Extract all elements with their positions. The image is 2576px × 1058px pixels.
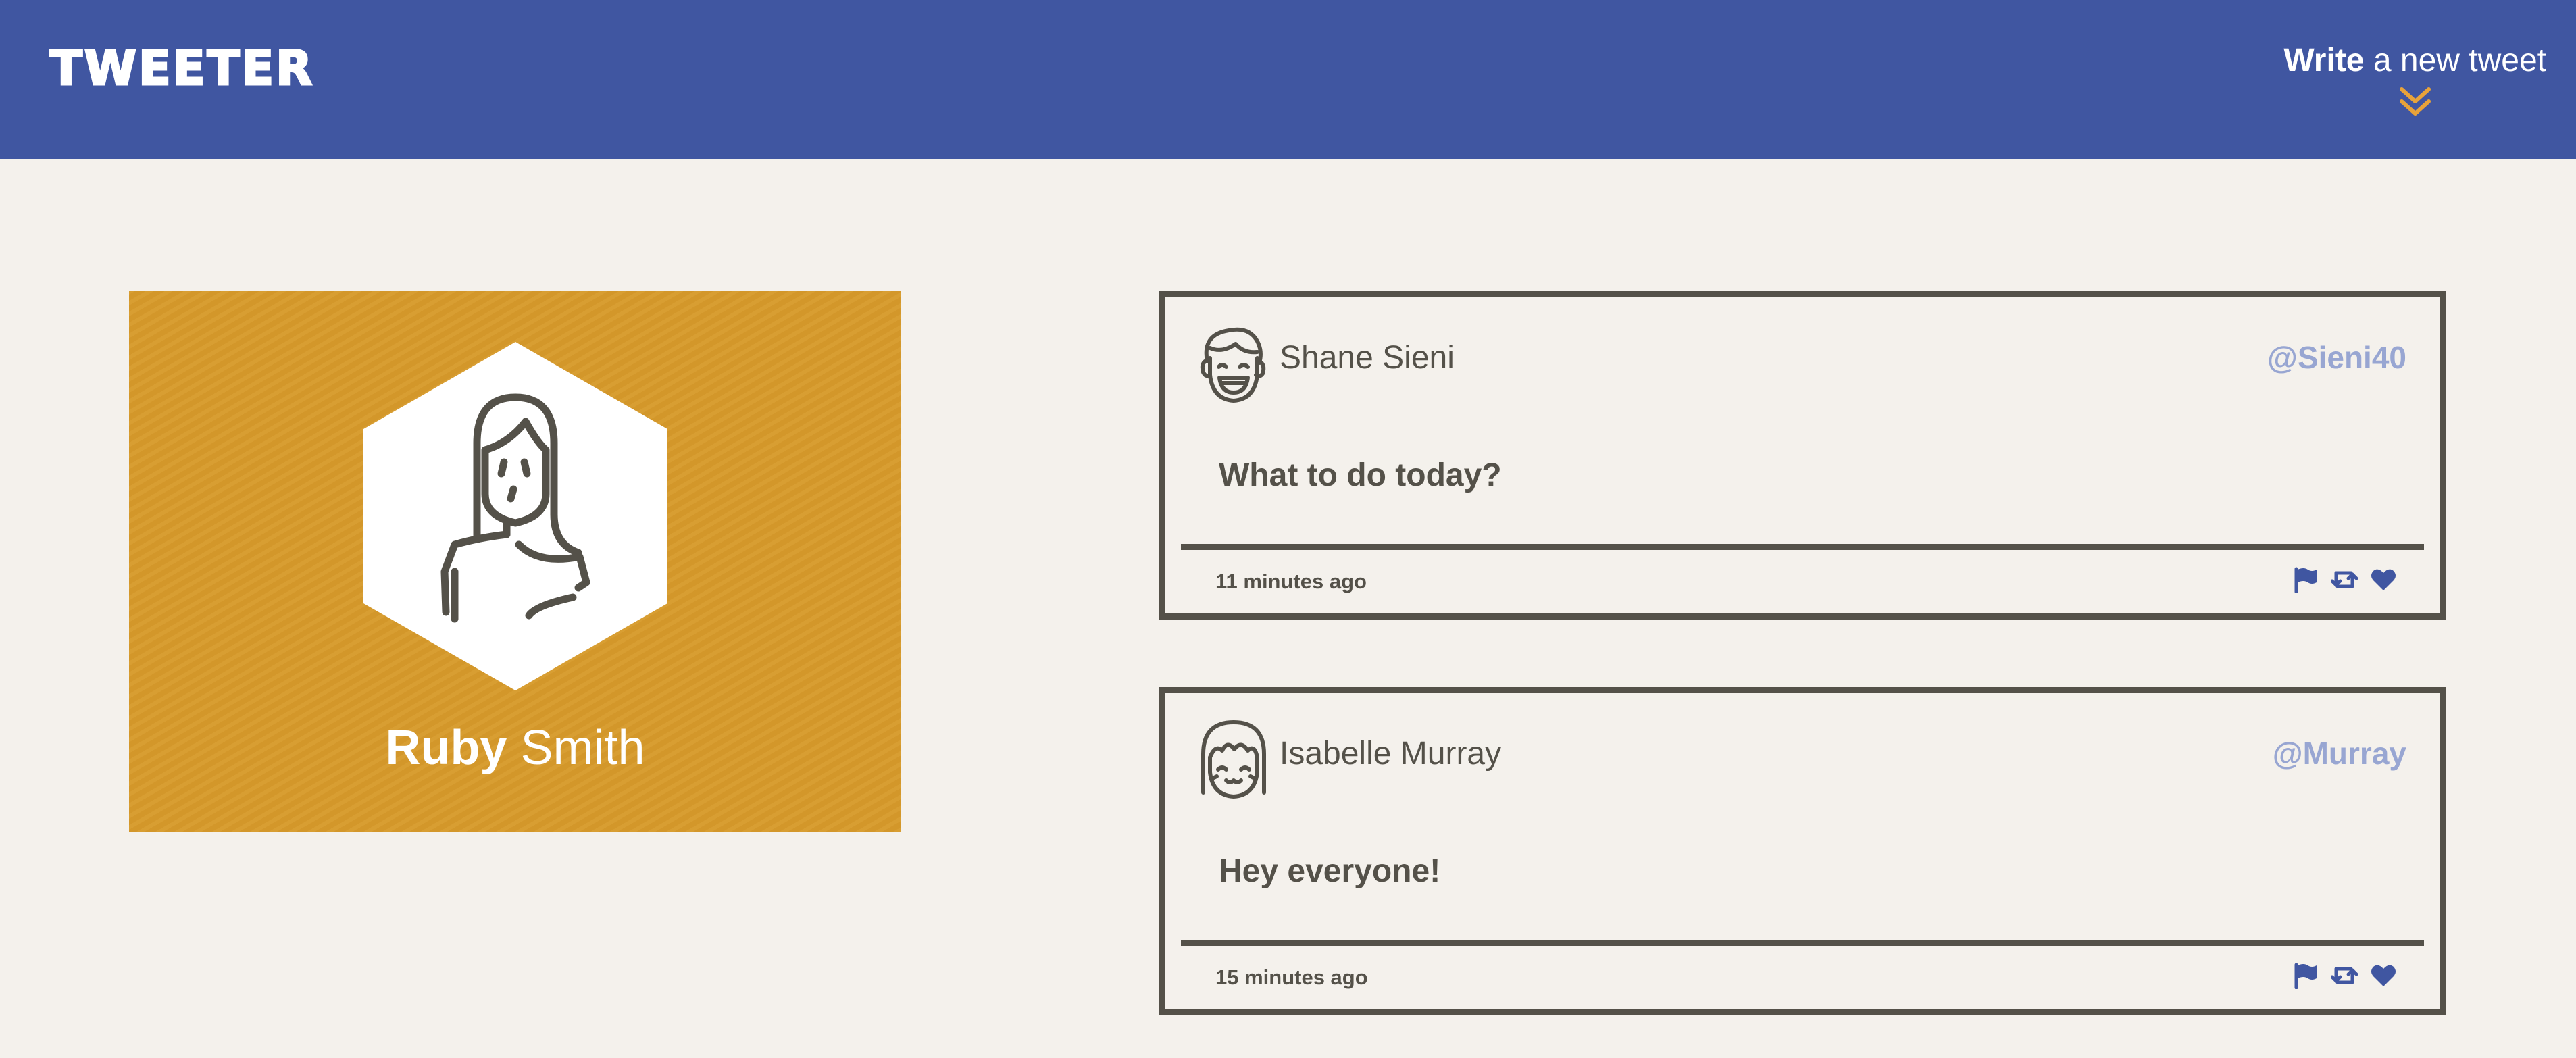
write-label-strong: Write <box>2283 43 2365 78</box>
tweet-timestamp: 15 minutes ago <box>1215 965 1368 989</box>
tweet-content: Hey everyone! <box>1219 853 1441 889</box>
flag-icon[interactable] <box>2292 566 2319 593</box>
tweet-author-name: Isabelle Murray <box>1280 736 1502 772</box>
write-label-light: a new tweet <box>2373 43 2546 78</box>
tweet-divider <box>1181 544 2424 550</box>
tweet-divider <box>1181 940 2424 946</box>
tweet-card: Isabelle Murray @Murray Hey everyone! 15… <box>1159 687 2446 1015</box>
tweet-actions <box>2292 962 2397 989</box>
top-nav: TWEETER Write a new tweet <box>0 0 2576 159</box>
double-chevron-down-icon[interactable] <box>2398 85 2433 119</box>
write-new-tweet-label: Write a new tweet <box>2283 45 2546 77</box>
app-logo[interactable]: TWEETER <box>49 44 314 93</box>
retweet-icon[interactable] <box>2331 566 2358 593</box>
profile-card: Ruby Smith <box>129 291 901 832</box>
tweet-content: What to do today? <box>1219 457 1502 493</box>
tweet-timestamp: 11 minutes ago <box>1215 570 1367 593</box>
heart-icon[interactable] <box>2370 566 2397 593</box>
tweet-author-handle[interactable]: @Murray <box>2273 738 2406 769</box>
profile-first-name: Ruby <box>385 721 507 775</box>
profile-name: Ruby Smith <box>129 724 901 772</box>
profile-avatar <box>363 342 667 690</box>
write-new-tweet-button[interactable]: Write a new tweet <box>2283 45 2546 119</box>
tweet-author-name: Shane Sieni <box>1280 340 1455 376</box>
tweet-author-handle[interactable]: @Sieni40 <box>2267 342 2406 373</box>
smiling-woman-avatar-icon <box>1201 720 1266 799</box>
retweet-icon[interactable] <box>2331 962 2358 989</box>
profile-last-name: Smith <box>520 721 645 775</box>
heart-icon[interactable] <box>2370 962 2397 989</box>
tweet-card: Shane Sieni @Sieni40 What to do today? 1… <box>1159 291 2446 620</box>
flag-icon[interactable] <box>2292 962 2319 989</box>
laughing-man-avatar-icon <box>1200 327 1266 403</box>
tweet-actions <box>2292 566 2397 593</box>
